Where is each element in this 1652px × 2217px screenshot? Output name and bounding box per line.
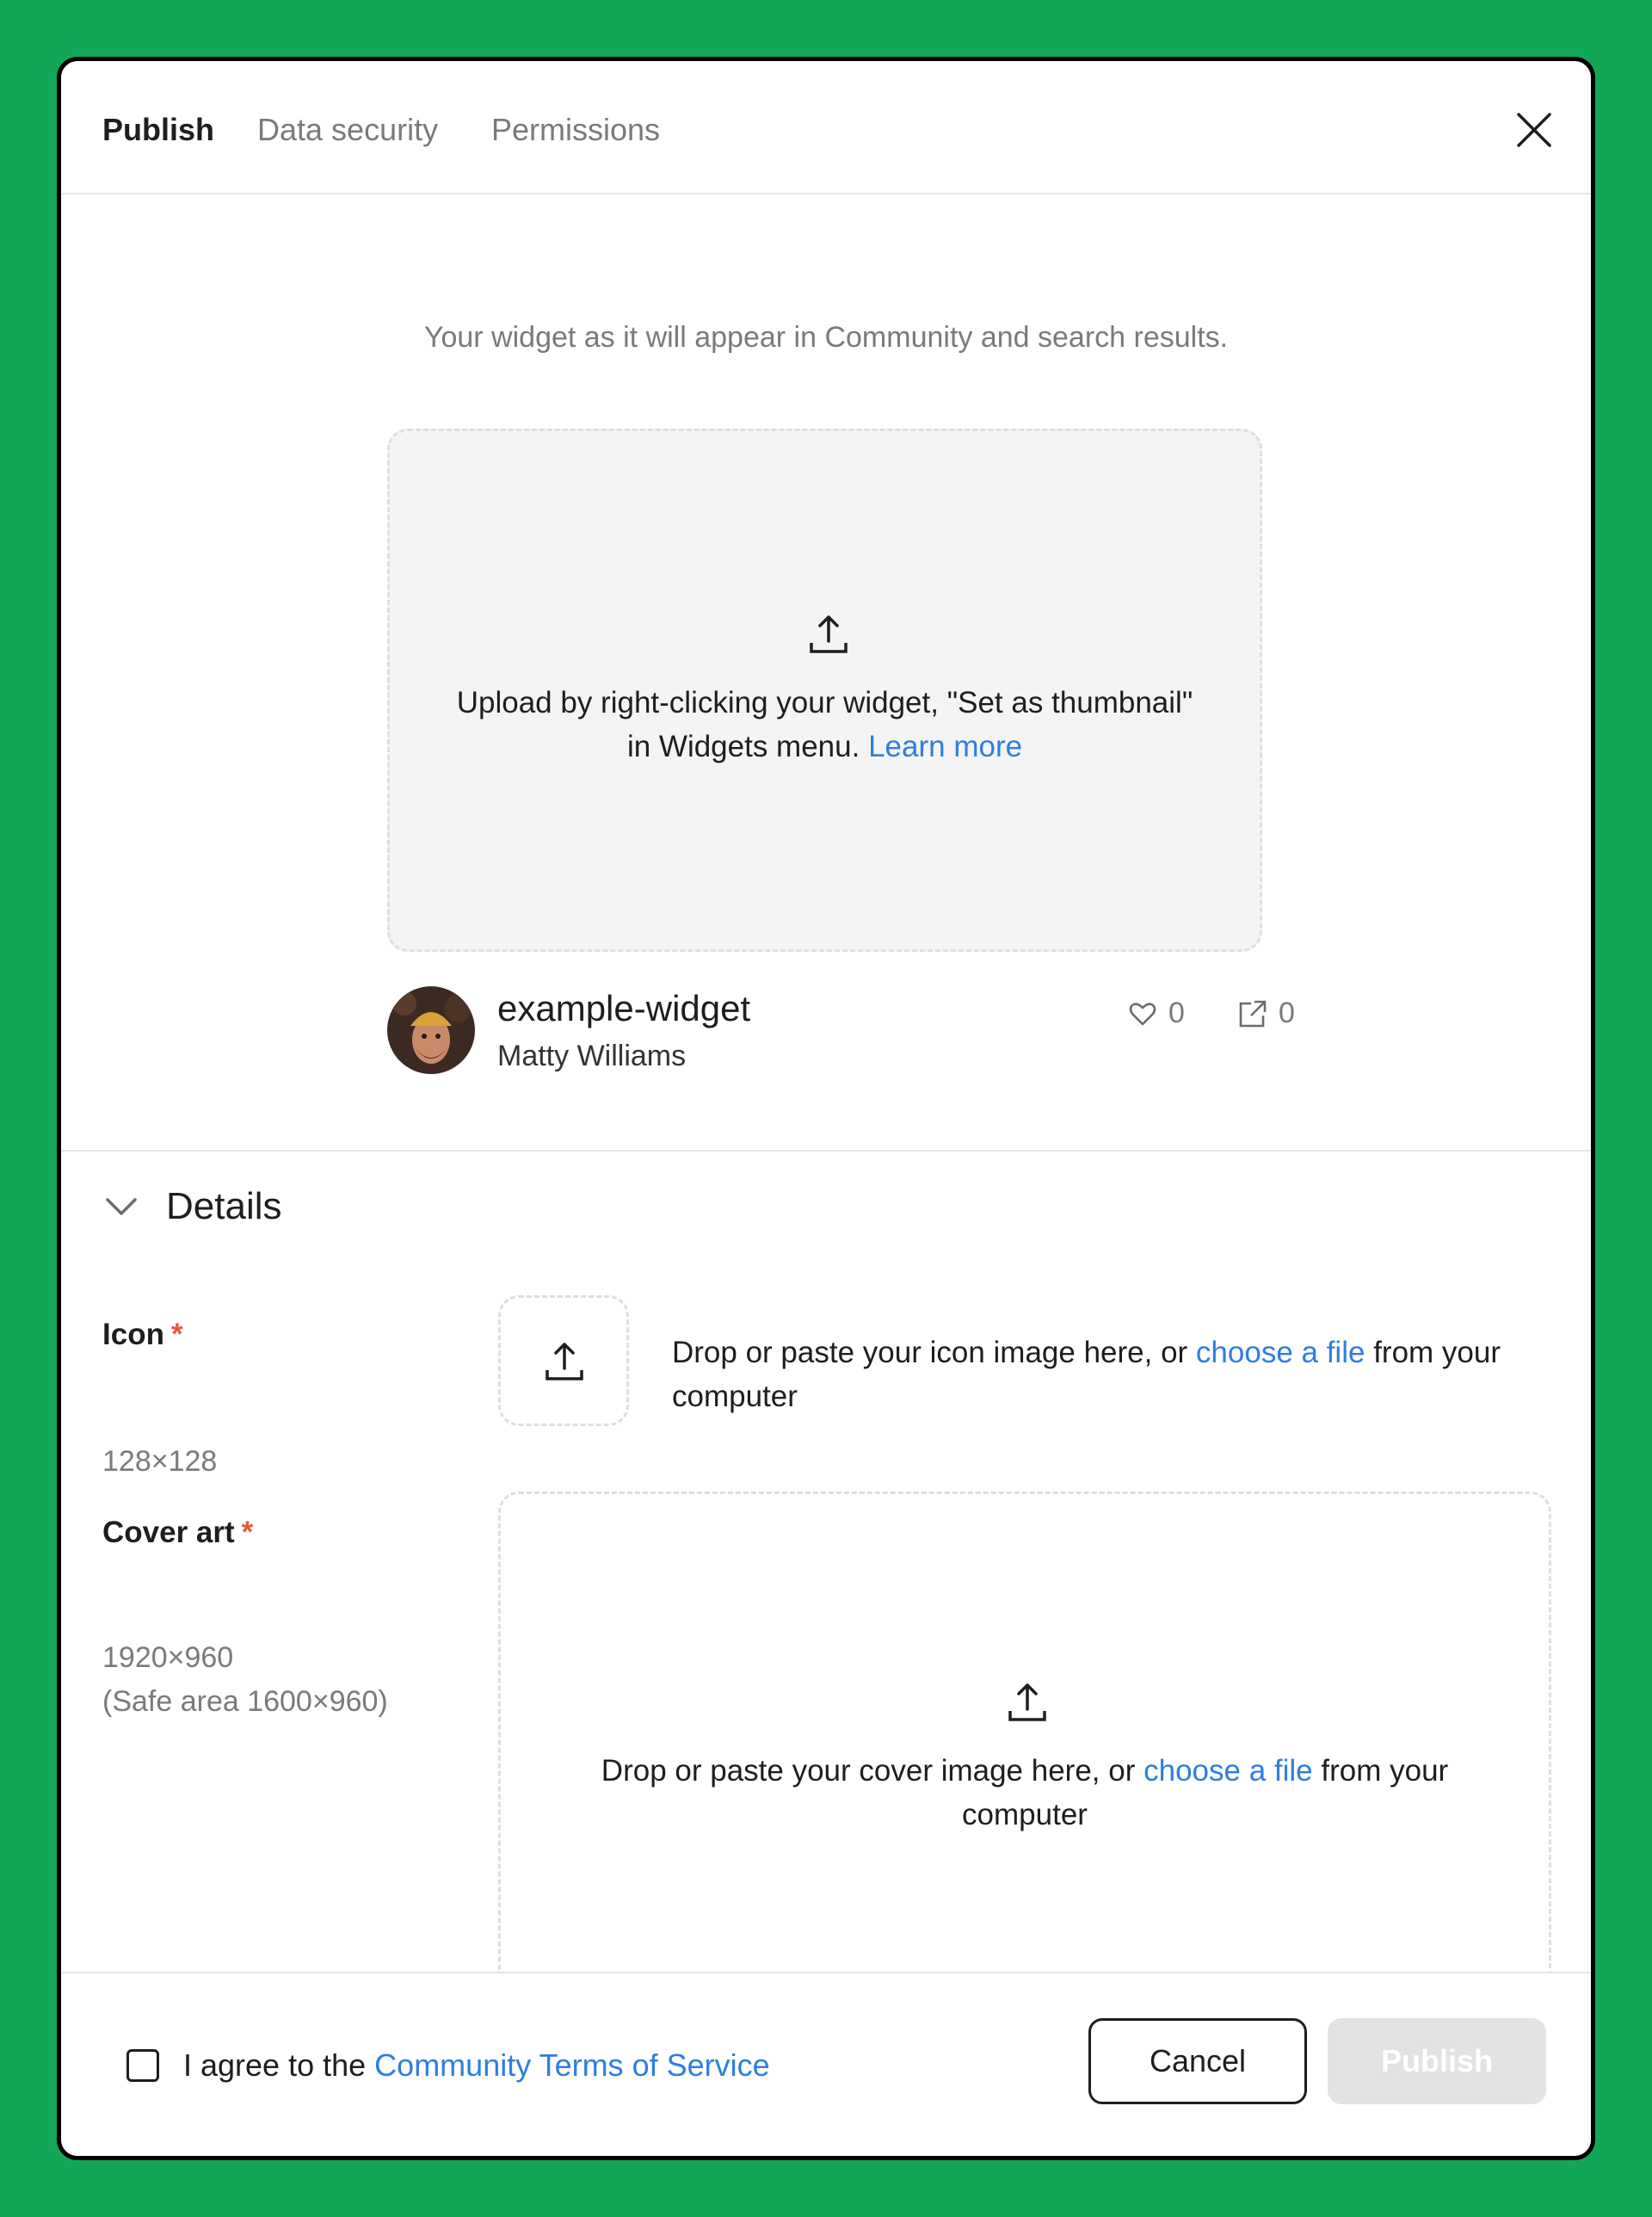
icon-label-text: Icon [102,1318,164,1351]
icon-drop-text: Drop or paste your icon image here, or c… [672,1331,1567,1418]
likes-count: 0 [1127,997,1185,1030]
terms-link[interactable]: Community Terms of Service [374,2047,769,2083]
close-button[interactable] [1512,108,1556,152]
required-mark: * [170,1318,183,1351]
required-mark: * [241,1516,254,1549]
cover-art-label: Cover art * [102,1516,253,1550]
likes-value: 0 [1168,997,1185,1029]
uses-value: 0 [1279,997,1295,1029]
share-icon [1239,1000,1267,1027]
publish-dialog: Publish Data security Permissions Your w… [57,57,1595,2160]
uses-count: 0 [1237,997,1295,1030]
tab-data-security[interactable]: Data security [257,111,438,149]
cover-choose-file-link[interactable]: choose a file [1143,1754,1313,1788]
publish-button[interactable]: Publish [1328,2018,1546,2104]
thumbnail-area[interactable]: Upload by right-clicking your widget, "S… [387,429,1262,952]
author-name: Matty Williams [497,1040,687,1072]
chevron-down-icon [106,1198,137,1215]
cover-safe-area: (Safe area 1600×960) [102,1685,388,1718]
details-title: Details [166,1185,282,1227]
avatar [387,986,475,1074]
widget-name: example-widget [497,988,751,1028]
cover-drop-text: Drop or paste your cover image here, or … [587,1749,1463,1837]
dialog-header: Publish Data security Permissions [61,61,1591,195]
cover-label-text: Cover art [102,1516,235,1549]
heart-icon [1129,1002,1156,1025]
upload-icon [810,615,848,653]
icon-label: Icon * [102,1318,183,1352]
tab-publish[interactable]: Publish [102,111,214,149]
upload-icon [546,1343,583,1380]
icon-size: 128×128 [102,1445,218,1478]
icon-drop-prefix: Drop or paste your icon image here, or [672,1336,1188,1369]
cancel-button[interactable]: Cancel [1088,2018,1307,2104]
preview-caption: Your widget as it will appear in Communi… [423,321,1229,354]
avatar-image [387,986,475,1074]
agree-prefix: I agree to the [183,2047,367,2083]
details-toggle[interactable]: Details [102,1176,282,1237]
learn-more-link[interactable]: Learn more [868,730,1022,763]
dialog-footer: I agree to the Community Terms of Servic… [61,1972,1591,2156]
icon-drop-zone[interactable] [498,1295,629,1426]
close-icon [1517,113,1551,147]
thumbnail-text: Upload by right-clicking your widget, "S… [456,686,1193,763]
tab-permissions[interactable]: Permissions [491,111,660,149]
upload-icon [1008,1683,1046,1721]
preview-section: Your widget as it will appear in Communi… [61,196,1591,1152]
thumbnail-instructions: Upload by right-clicking your widget, "S… [441,681,1208,769]
widget-card: example-widget Matty Williams 0 0 [387,986,1295,1081]
cover-drop-prefix: Drop or paste your cover image here, or [601,1754,1136,1788]
cover-size: 1920×960 [102,1641,234,1674]
icon-choose-file-link[interactable]: choose a file [1196,1336,1365,1369]
terms-checkbox[interactable] [126,2049,159,2082]
terms-agreement: I agree to the Community Terms of Servic… [183,2046,770,2085]
